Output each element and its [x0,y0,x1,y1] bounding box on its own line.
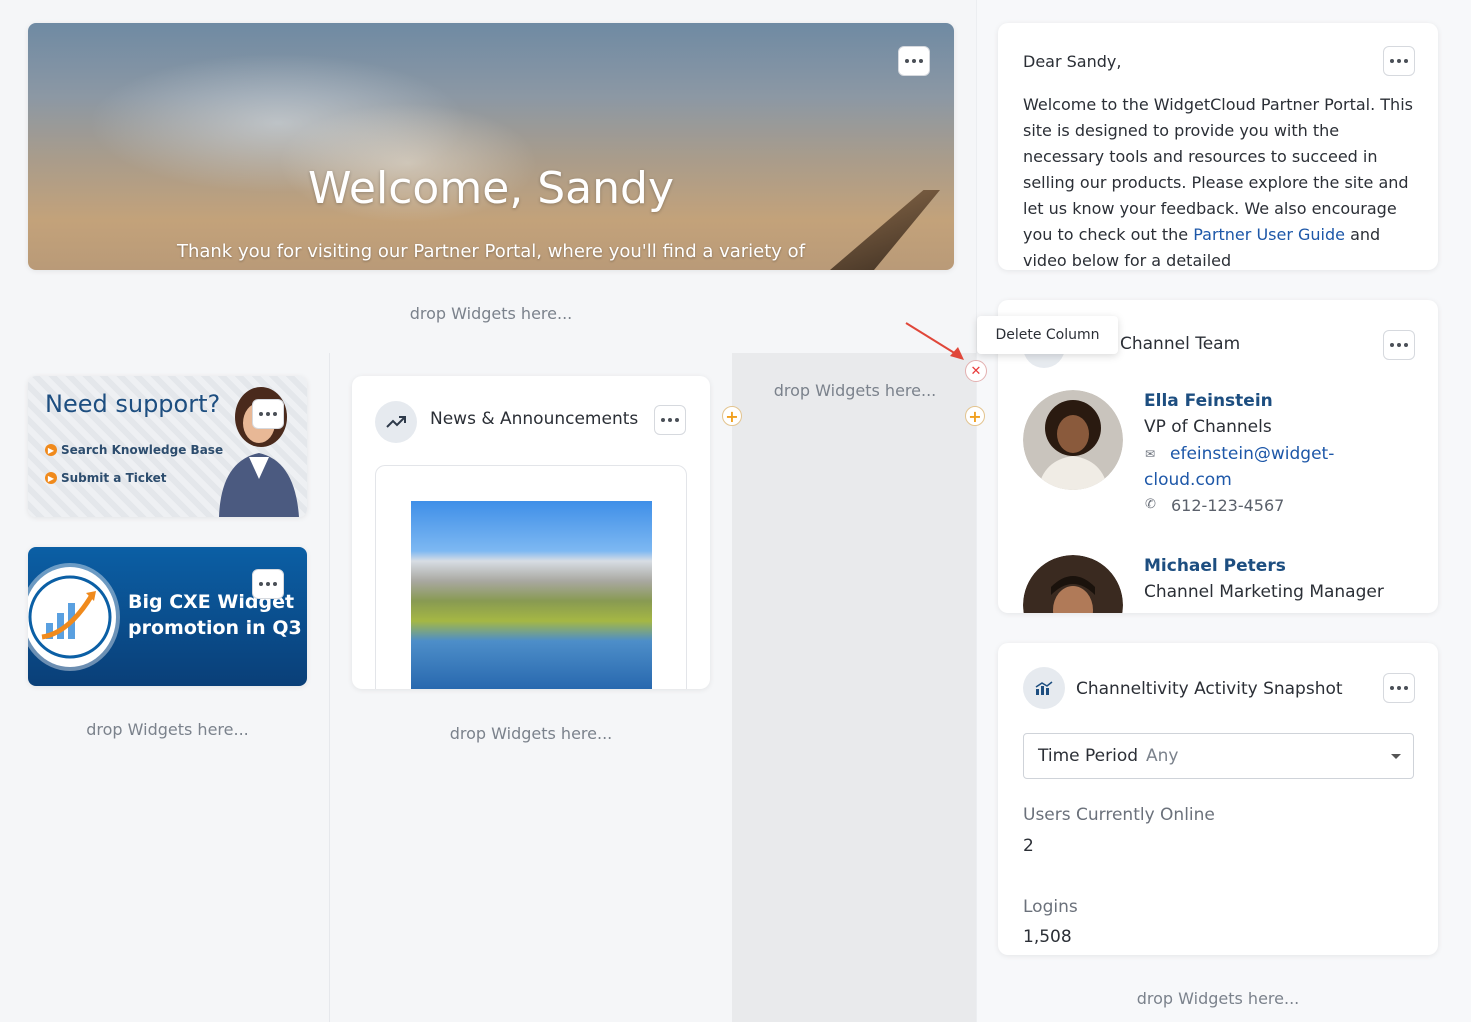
person-role: Channel Marketing Manager [1144,582,1384,602]
banner-subtitle: Thank you for visiting our Partner Porta… [176,241,806,262]
more-icon [661,418,679,422]
delete-column-button[interactable]: ✕ [965,360,987,382]
logins-value: 1,508 [1023,927,1072,947]
arrow-icon: ▶ [45,472,57,484]
more-options-button[interactable] [1383,46,1415,76]
more-icon [259,582,277,586]
person-role: VP of Channels [1144,417,1272,437]
add-column-button[interactable]: + [965,406,985,426]
column-divider [329,353,330,1022]
more-options-button[interactable] [1383,673,1415,703]
drop-zone[interactable]: drop Widgets here... [744,381,966,400]
more-options-button[interactable] [252,399,284,429]
news-item-card[interactable] [375,465,687,689]
person-name[interactable]: Ella Feinstein [1144,391,1273,411]
support-heading: Need support? [45,390,221,418]
arrow-icon: ▶ [45,444,57,456]
news-title: News & Announcements [430,409,639,429]
support-banner[interactable]: Need support? ▶ Search Knowledge Base ▶ Su… [28,376,307,517]
more-icon [1390,686,1408,690]
delete-column-tooltip: Delete Column [977,316,1118,354]
drop-zone[interactable]: drop Widgets here... [28,720,307,739]
team-title: Channel Team [1120,334,1241,354]
trending-icon [375,401,417,443]
person-email[interactable]: efeinstein@widget-cloud.com [1144,441,1374,493]
more-icon [1390,59,1408,63]
users-online-value: 2 [1023,836,1034,856]
activity-snapshot-widget: Channeltivity Activity Snapshot Time Per… [998,643,1438,955]
banner-title: Welcome, Sandy [308,163,674,214]
snapshot-title: Channeltivity Activity Snapshot [1076,679,1343,699]
users-online-label: Users Currently Online [1023,805,1215,825]
person-phone[interactable]: 612-123-4567 [1171,496,1284,515]
submit-ticket-link[interactable]: ▶ Submit a Ticket [45,471,167,485]
partner-guide-link[interactable]: Partner User Guide [1193,225,1345,244]
drop-zone[interactable]: drop Widgets here... [28,304,954,323]
search-knowledge-base-link[interactable]: ▶ Search Knowledge Base [45,443,223,457]
letter-greeting: Dear Sandy, [1023,52,1122,71]
arrow-annotation [905,322,964,360]
welcome-banner: Welcome, Sandy Thank you for visiting ou… [28,23,954,270]
more-icon [1390,343,1408,347]
time-period-select[interactable]: Time Period Any [1023,733,1414,779]
mountain-lake-image [411,501,652,689]
more-icon [259,412,277,416]
avatar [1023,555,1123,613]
more-options-button[interactable] [898,46,930,76]
drop-zone[interactable]: drop Widgets here... [352,724,710,743]
growth-chart-logo [28,567,116,667]
more-icon [905,59,923,63]
more-options-button[interactable] [252,569,284,599]
promotion-banner[interactable]: Big CXE Widget promotion in Q3 [28,547,307,686]
news-widget: News & Announcements [352,376,710,689]
avatar [1023,390,1123,490]
drop-zone[interactable]: drop Widgets here... [998,989,1438,1008]
more-options-button[interactable] [1383,330,1415,360]
person-name[interactable]: Michael Peters [1144,556,1286,576]
logins-label: Logins [1023,897,1078,917]
welcome-letter-widget: Dear Sandy, Welcome to the WidgetCloud P… [998,23,1438,270]
empty-column [732,353,976,1022]
phone-icon: ✆ [1145,497,1156,512]
analytics-icon [1023,667,1065,709]
add-column-button[interactable]: + [722,406,742,426]
letter-body: Dear Sandy, Welcome to the WidgetCloud P… [1023,49,1413,270]
chevron-down-icon [1391,754,1401,759]
more-options-button[interactable] [654,405,686,435]
